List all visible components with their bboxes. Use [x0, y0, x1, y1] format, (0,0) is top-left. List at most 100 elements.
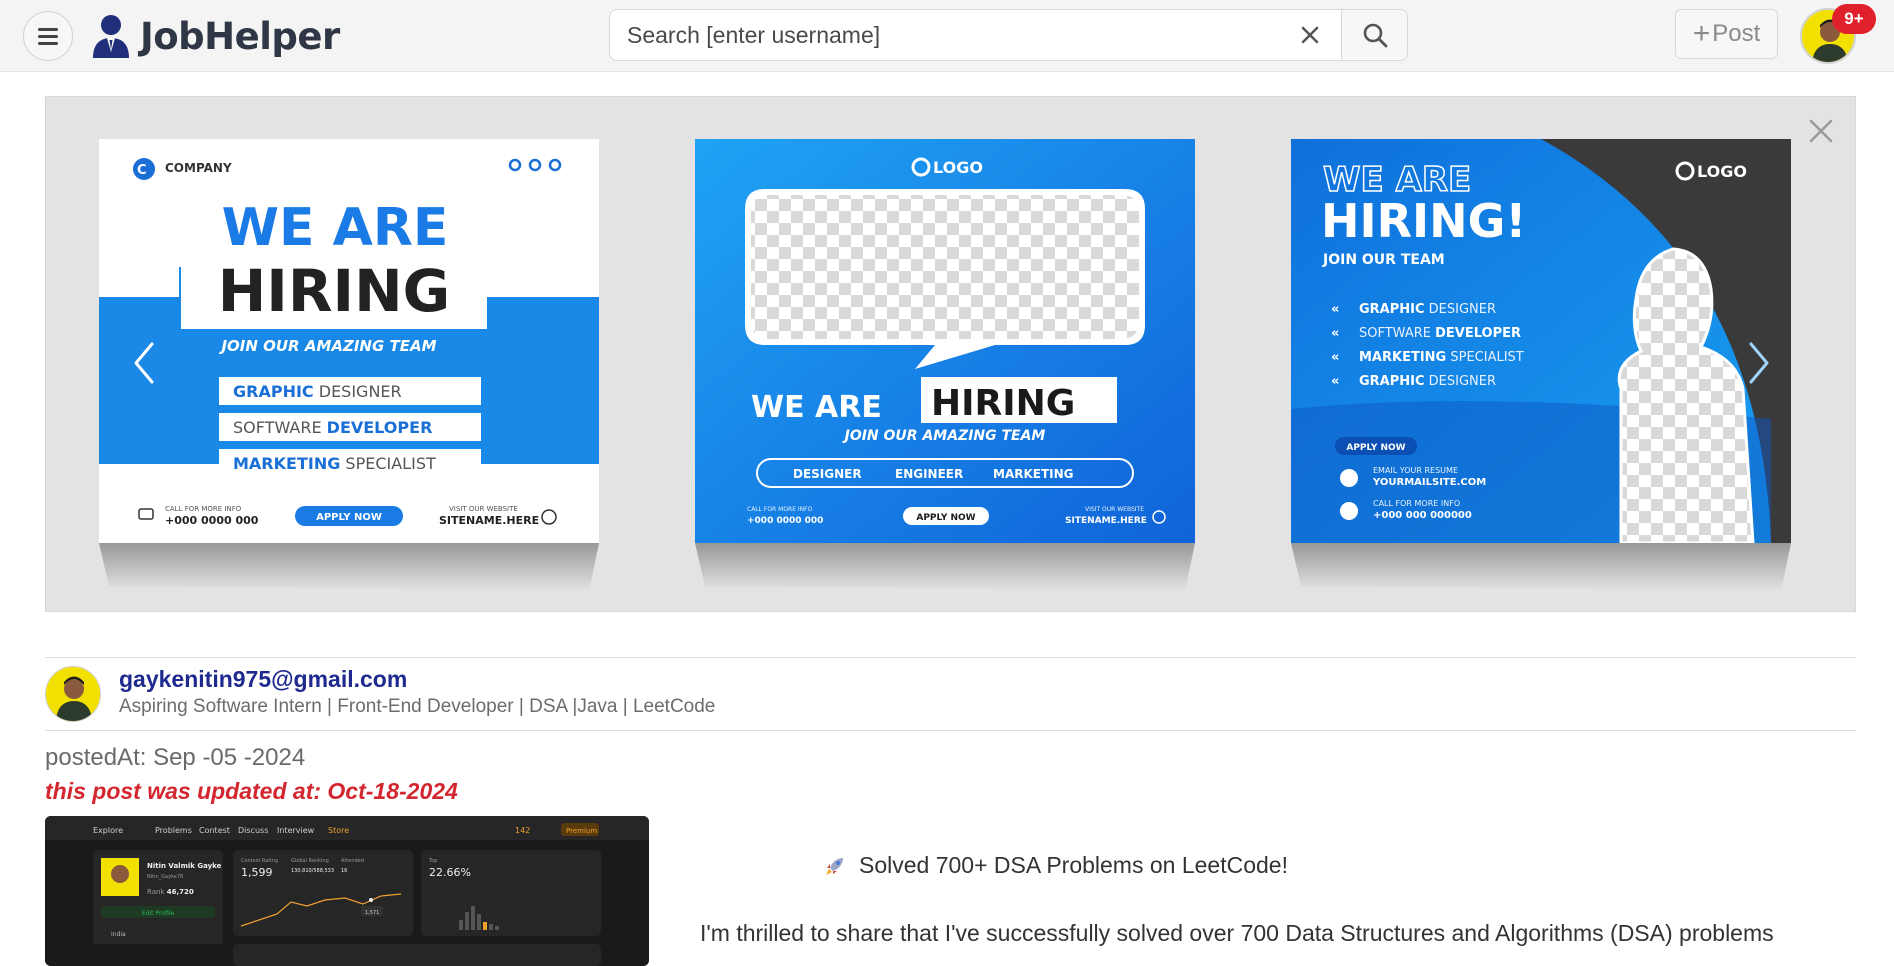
svg-text:«: « — [1331, 302, 1339, 317]
svg-text:Nitin Valmik Gayke: Nitin Valmik Gayke — [147, 862, 222, 870]
svg-text:Discuss: Discuss — [238, 826, 268, 835]
svg-text:SITENAME.HERE: SITENAME.HERE — [439, 514, 539, 527]
svg-text:Global Ranking: Global Ranking — [291, 858, 329, 864]
svg-text:«: « — [1331, 350, 1339, 365]
carousel-slide-2[interactable]: LOGO WE ARE HIRING JOIN OUR AMAZING TEAM… — [695, 139, 1195, 591]
svg-text:HIRING!: HIRING! — [1321, 194, 1526, 248]
search-input[interactable] — [610, 10, 1279, 60]
svg-text:Rank 46,720: Rank 46,720 — [147, 888, 194, 896]
svg-text:«: « — [1331, 374, 1339, 389]
svg-text:C: C — [137, 163, 147, 178]
carousel-slide-3[interactable]: WE ARE HIRING! JOIN OUR TEAM LOGO « GRAP… — [1291, 139, 1791, 591]
posted-date: postedAt: Sep -05 -2024 — [45, 744, 306, 771]
svg-text:Premium: Premium — [566, 827, 597, 835]
hiring-carousel: C COMPANY WE ARE HIRING JOIN OUR AMAZING… — [45, 96, 1856, 612]
svg-text:Edit Profile: Edit Profile — [142, 910, 174, 917]
chevron-left-icon — [134, 342, 154, 384]
leetcode-profile-screenshot: Explore Problems Contest Discuss Intervi… — [45, 816, 649, 966]
svg-text:JOIN OUR AMAZING TEAM: JOIN OUR AMAZING TEAM — [218, 337, 436, 355]
svg-text:130,810/588,533: 130,810/588,533 — [291, 868, 334, 874]
svg-text:VISIT OUR WEBSITE: VISIT OUR WEBSITE — [449, 505, 518, 513]
svg-text:MARKETING SPECIALIST: MARKETING SPECIALIST — [1359, 350, 1524, 365]
svg-text:HIRING: HIRING — [931, 383, 1075, 424]
svg-text:JOIN OUR AMAZING TEAM: JOIN OUR AMAZING TEAM — [842, 428, 1046, 444]
post-headline-text: Solved 700+ DSA Problems on LeetCode! — [859, 852, 1288, 878]
svg-text:COMPANY: COMPANY — [165, 161, 232, 175]
hiring-poster-3: WE ARE HIRING! JOIN OUR TEAM LOGO « GRAP… — [1291, 139, 1791, 545]
create-post-button[interactable]: + Post — [1675, 9, 1778, 59]
svg-text:YOURMAILSITE.COM: YOURMAILSITE.COM — [1372, 477, 1486, 488]
svg-text:GRAPHIC DESIGNER: GRAPHIC DESIGNER — [1359, 302, 1496, 317]
menu-icon — [38, 28, 58, 45]
svg-text:India: India — [111, 931, 126, 938]
svg-text:APPLY NOW: APPLY NOW — [316, 512, 382, 523]
carousel-next-button[interactable] — [1741, 333, 1777, 393]
chevron-right-icon — [1749, 342, 1769, 384]
hiring-poster-2: LOGO WE ARE HIRING JOIN OUR AMAZING TEAM… — [695, 139, 1195, 543]
svg-text:ENGINEER: ENGINEER — [895, 467, 963, 481]
svg-text:SOFTWARE DEVELOPER: SOFTWARE DEVELOPER — [233, 418, 432, 437]
post-button-label: Post — [1712, 20, 1761, 47]
svg-text:142: 142 — [515, 826, 530, 835]
search-button[interactable] — [1341, 10, 1407, 60]
svg-text:+000 0000 000: +000 0000 000 — [747, 516, 823, 526]
profile-menu[interactable]: 9+ — [1800, 4, 1876, 64]
rocket-icon — [826, 857, 843, 875]
svg-text:«: « — [1331, 326, 1339, 341]
menu-button[interactable] — [23, 11, 73, 61]
svg-text:Store: Store — [328, 826, 349, 835]
post-body: I'm thrilled to share that I've successf… — [700, 920, 1774, 946]
divider — [45, 730, 1856, 731]
carousel-prev-button[interactable] — [126, 333, 162, 393]
svg-text:APPLY NOW: APPLY NOW — [1346, 443, 1405, 453]
author-bio: Aspiring Software Intern | Front-End Dev… — [119, 696, 716, 717]
divider — [45, 657, 1856, 658]
svg-text:LOGO: LOGO — [1697, 162, 1747, 181]
svg-text:22.66%: 22.66% — [429, 866, 471, 879]
svg-text:MARKETING: MARKETING — [993, 467, 1074, 481]
svg-text:LOGO: LOGO — [933, 158, 983, 177]
svg-text:Nitin_Gayke78: Nitin_Gayke78 — [147, 874, 183, 880]
svg-text:+000 0000 000: +000 0000 000 — [165, 514, 259, 527]
search-icon — [1363, 23, 1387, 48]
author-email-link[interactable]: gaykenitin975@gmail.com — [119, 666, 407, 693]
svg-text:SITENAME.HERE: SITENAME.HERE — [1065, 516, 1147, 526]
svg-text:WE ARE: WE ARE — [222, 198, 449, 258]
svg-text:Contest: Contest — [199, 826, 230, 835]
author-avatar[interactable] — [45, 666, 101, 722]
svg-text:Top: Top — [428, 858, 437, 864]
svg-text:Interview: Interview — [277, 826, 315, 835]
post-image[interactable]: Explore Problems Contest Discuss Intervi… — [45, 816, 649, 966]
svg-text:1,571: 1,571 — [365, 910, 379, 916]
svg-text:Attended: Attended — [341, 858, 364, 864]
app-name: JobHelper — [140, 14, 340, 58]
updated-date: this post was updated at: Oct-18-2024 — [45, 778, 458, 804]
svg-text:GRAPHIC DESIGNER: GRAPHIC DESIGNER — [1359, 374, 1496, 389]
notification-badge: 9+ — [1832, 4, 1876, 34]
svg-text:MARKETING SPECIALIST: MARKETING SPECIALIST — [233, 454, 436, 473]
top-navbar: JobHelper + Post 9+ — [0, 0, 1894, 72]
svg-text:16: 16 — [341, 868, 347, 874]
search-bar — [609, 9, 1408, 61]
close-icon — [1301, 26, 1319, 44]
svg-text:GRAPHIC DESIGNER: GRAPHIC DESIGNER — [233, 382, 402, 401]
close-icon — [1809, 119, 1833, 143]
svg-text:JOIN OUR TEAM: JOIN OUR TEAM — [1322, 252, 1445, 268]
svg-text:CALL FOR MORE INFO: CALL FOR MORE INFO — [747, 506, 813, 513]
svg-text:+000 000 000000: +000 000 000000 — [1373, 510, 1472, 521]
carousel-slide-1[interactable]: C COMPANY WE ARE HIRING JOIN OUR AMAZING… — [99, 139, 599, 591]
svg-text:Explore: Explore — [93, 826, 123, 835]
clear-search-button[interactable] — [1279, 10, 1341, 60]
close-carousel-button[interactable] — [1801, 111, 1841, 151]
svg-text:WE ARE: WE ARE — [751, 390, 882, 425]
svg-text:Problems: Problems — [155, 826, 192, 835]
post-headline: Solved 700+ DSA Problems on LeetCode! — [823, 852, 1288, 879]
app-logo[interactable]: JobHelper — [90, 11, 340, 61]
plus-icon: + — [1692, 17, 1711, 50]
svg-text:1,599: 1,599 — [241, 866, 273, 879]
svg-text:CALL FOR MORE INFO: CALL FOR MORE INFO — [165, 505, 242, 513]
svg-text:CALL FOR MORE INFO: CALL FOR MORE INFO — [1373, 499, 1460, 508]
svg-text:EMAIL YOUR RESUME: EMAIL YOUR RESUME — [1373, 466, 1458, 475]
svg-text:HIRING: HIRING — [218, 257, 451, 325]
svg-text:SOFTWARE DEVELOPER: SOFTWARE DEVELOPER — [1359, 326, 1521, 341]
